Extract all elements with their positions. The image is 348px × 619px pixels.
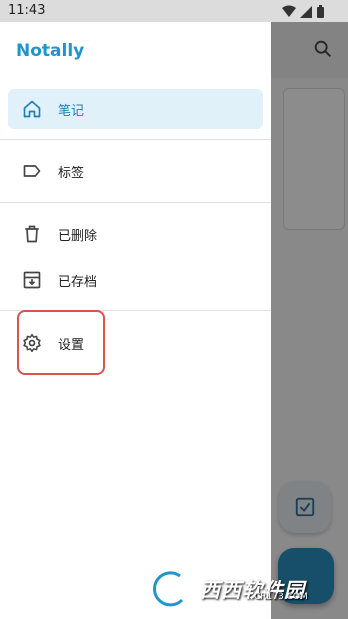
battery-icon [317, 7, 324, 18]
watermark: 西西软件园 CR173.COM [150, 569, 330, 610]
watermark-subtext: CR173.COM [254, 592, 308, 602]
archive-icon [22, 270, 42, 290]
nav-item-deleted[interactable]: 已删除 [8, 214, 263, 254]
wifi-icon [282, 5, 296, 17]
home-icon [22, 99, 42, 119]
label-icon [22, 161, 42, 181]
status-icons [282, 4, 328, 23]
nav-item-label: 已存档 [58, 275, 98, 290]
nav-item-label: 标签 [58, 166, 85, 181]
watermark-logo-icon [151, 569, 185, 608]
nav-item-labels[interactable]: 标签 [8, 151, 263, 191]
drawer-title: Notally [16, 41, 85, 61]
nav-item-label: 已删除 [58, 229, 98, 244]
nav-item-label: 笔记 [58, 104, 85, 119]
status-time: 11:43 [8, 3, 46, 18]
signal-icon [300, 6, 312, 18]
status-bar: 11:43 [0, 0, 348, 22]
nav-item-notes[interactable]: 笔记 [8, 89, 263, 129]
highlight-annotation [17, 310, 105, 375]
trash-icon [22, 224, 42, 244]
nav-item-archived[interactable]: 已存档 [8, 260, 263, 300]
divider [0, 202, 271, 203]
divider [0, 139, 271, 140]
